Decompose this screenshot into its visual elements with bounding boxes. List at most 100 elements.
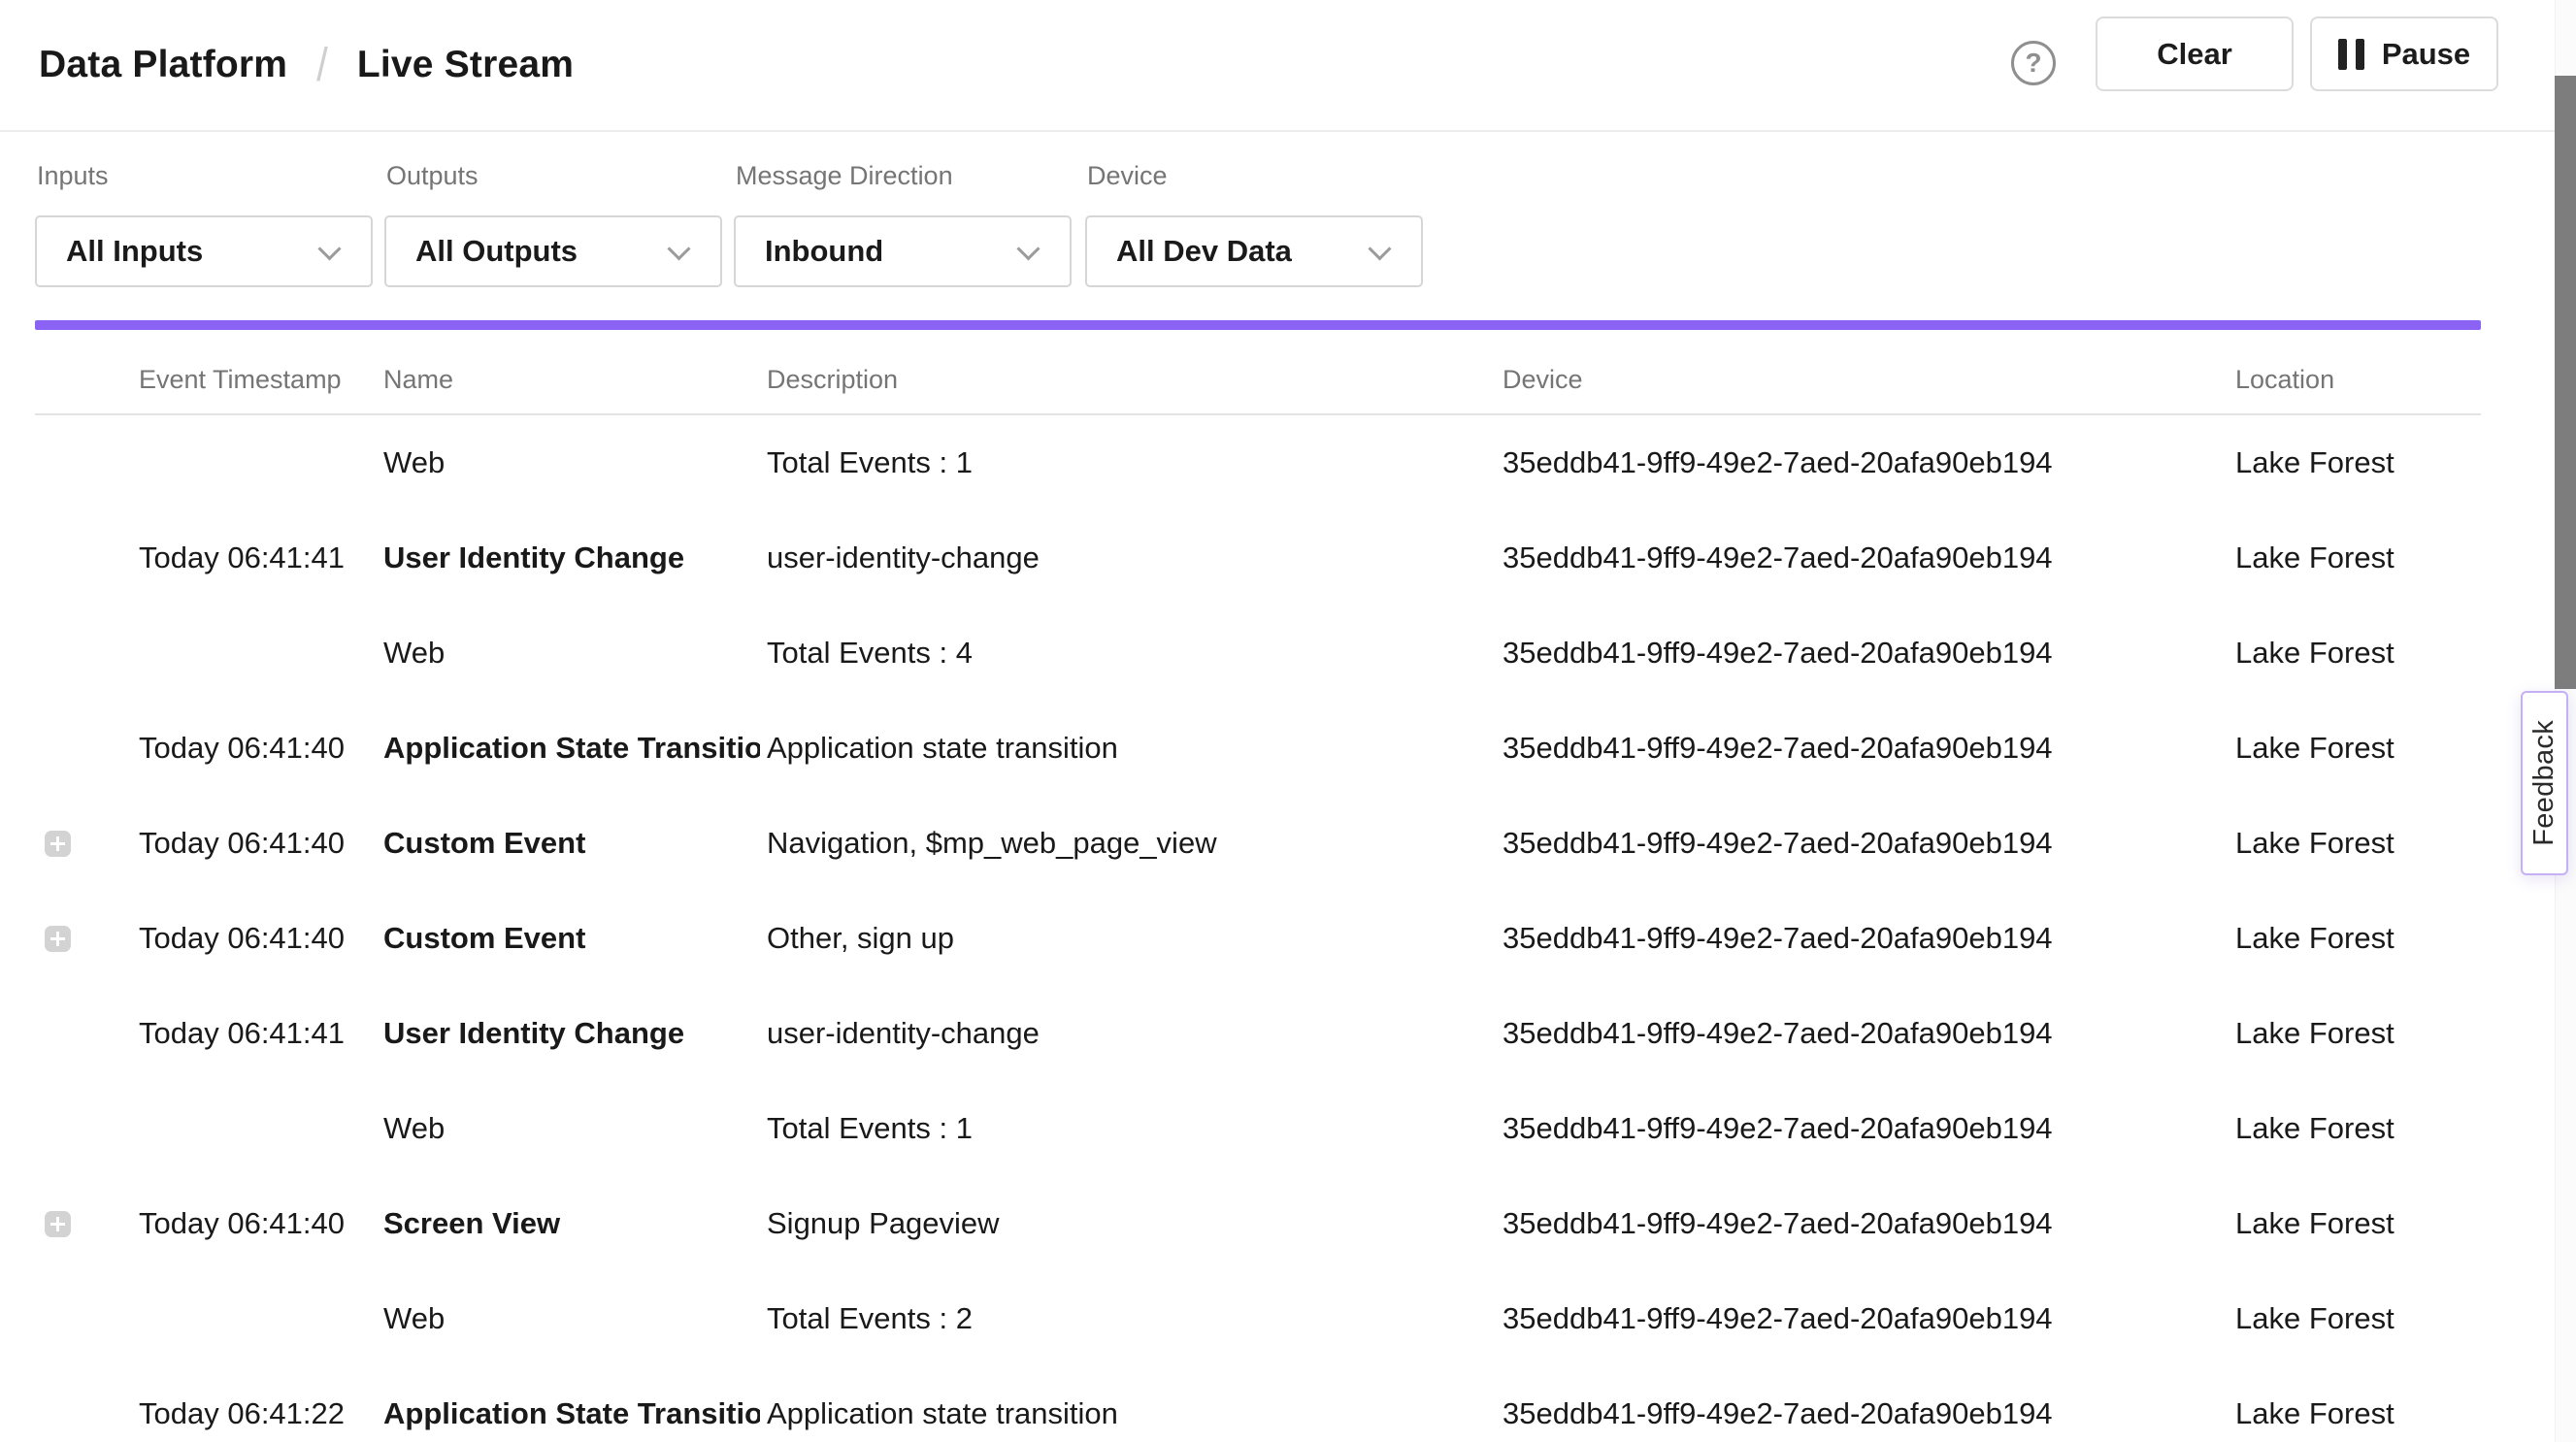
event-name-cell: User Identity Change bbox=[383, 510, 760, 606]
column-header-name: Name bbox=[383, 365, 453, 395]
table-row[interactable]: Web Total Events : 1 35eddb41-9ff9-49e2-… bbox=[0, 415, 2576, 510]
location-cell: Lake Forest bbox=[2235, 986, 2483, 1081]
event-name-cell: Custom Event bbox=[383, 891, 760, 986]
event-timestamp-cell: Today 06:41:40 bbox=[139, 701, 377, 796]
event-name-cell: Web bbox=[383, 1081, 760, 1176]
page-title: Live Stream bbox=[357, 44, 574, 86]
event-name-cell: Application State Transition bbox=[383, 701, 760, 796]
description-cell: Application state transition bbox=[767, 701, 1495, 796]
filter-device-label: Device bbox=[1087, 161, 1168, 191]
outputs-dropdown[interactable]: All Outputs bbox=[384, 215, 722, 287]
chevron-down-icon bbox=[1016, 237, 1040, 260]
filter-inputs-label: Inputs bbox=[37, 161, 109, 191]
table-row[interactable]: Today 06:41:40 Application State Transit… bbox=[0, 701, 2576, 796]
table-row[interactable]: Today 06:41:40 Custom Event Navigation, … bbox=[0, 796, 2576, 891]
page-header: Data Platform / Live Stream ? Clear Paus… bbox=[0, 0, 2576, 132]
description-cell: Total Events : 1 bbox=[767, 1081, 1495, 1176]
event-timestamp-cell: Today 06:41:22 bbox=[139, 1366, 377, 1442]
event-timestamp-cell: Today 06:41:40 bbox=[139, 1176, 377, 1271]
device-id-cell: 35eddb41-9ff9-49e2-7aed-20afa90eb194 bbox=[1503, 701, 2229, 796]
location-cell: Lake Forest bbox=[2235, 1081, 2483, 1176]
location-cell: Lake Forest bbox=[2235, 510, 2483, 606]
expand-row-button[interactable] bbox=[45, 1211, 71, 1237]
message-direction-dropdown-value: Inbound bbox=[765, 234, 883, 269]
table-row[interactable]: Web Total Events : 4 35eddb41-9ff9-49e2-… bbox=[0, 606, 2576, 701]
table-body: Web Total Events : 1 35eddb41-9ff9-49e2-… bbox=[0, 415, 2576, 1442]
event-name-cell: Custom Event bbox=[383, 796, 760, 891]
chevron-down-icon bbox=[317, 237, 341, 260]
table-row[interactable]: Today 06:41:40 Screen View Signup Pagevi… bbox=[0, 1176, 2576, 1271]
event-name-cell: Web bbox=[383, 606, 760, 701]
device-id-cell: 35eddb41-9ff9-49e2-7aed-20afa90eb194 bbox=[1503, 1176, 2229, 1271]
event-timestamp-cell: Today 06:41:40 bbox=[139, 796, 377, 891]
event-name-cell: User Identity Change bbox=[383, 986, 760, 1081]
table-row[interactable]: Today 06:41:41 User Identity Change user… bbox=[0, 986, 2576, 1081]
expand-row-button[interactable] bbox=[45, 926, 71, 952]
device-id-cell: 35eddb41-9ff9-49e2-7aed-20afa90eb194 bbox=[1503, 891, 2229, 986]
pause-button-label: Pause bbox=[2382, 37, 2470, 72]
event-name-cell: Application State Transition bbox=[383, 1366, 760, 1442]
device-id-cell: 35eddb41-9ff9-49e2-7aed-20afa90eb194 bbox=[1503, 1271, 2229, 1366]
question-mark-icon: ? bbox=[2025, 49, 2041, 77]
description-cell: Other, sign up bbox=[767, 891, 1495, 986]
live-stream-accent-bar bbox=[35, 320, 2481, 330]
message-direction-dropdown[interactable]: Inbound bbox=[734, 215, 1072, 287]
device-id-cell: 35eddb41-9ff9-49e2-7aed-20afa90eb194 bbox=[1503, 986, 2229, 1081]
device-id-cell: 35eddb41-9ff9-49e2-7aed-20afa90eb194 bbox=[1503, 796, 2229, 891]
description-cell: Signup Pageview bbox=[767, 1176, 1495, 1271]
event-timestamp-cell bbox=[139, 1271, 377, 1366]
description-cell: Application state transition bbox=[767, 1366, 1495, 1442]
event-timestamp-cell bbox=[139, 1081, 377, 1176]
clear-button[interactable]: Clear bbox=[2096, 16, 2294, 91]
description-cell: Navigation, $mp_web_page_view bbox=[767, 796, 1495, 891]
scrollbar-thumb[interactable] bbox=[2555, 76, 2576, 689]
filter-message-direction-label: Message Direction bbox=[736, 161, 953, 191]
device-id-cell: 35eddb41-9ff9-49e2-7aed-20afa90eb194 bbox=[1503, 1366, 2229, 1442]
location-cell: Lake Forest bbox=[2235, 606, 2483, 701]
inputs-dropdown[interactable]: All Inputs bbox=[35, 215, 373, 287]
device-dropdown[interactable]: All Dev Data bbox=[1085, 215, 1423, 287]
breadcrumb-separator: / bbox=[316, 38, 328, 91]
table-row[interactable]: Today 06:41:22 Application State Transit… bbox=[0, 1366, 2576, 1442]
location-cell: Lake Forest bbox=[2235, 701, 2483, 796]
description-cell: Total Events : 1 bbox=[767, 415, 1495, 510]
inputs-dropdown-value: All Inputs bbox=[66, 234, 203, 269]
chevron-down-icon bbox=[1368, 237, 1391, 260]
clear-button-label: Clear bbox=[2157, 37, 2232, 72]
column-header-device: Device bbox=[1503, 365, 1583, 395]
event-timestamp-cell: Today 06:41:40 bbox=[139, 891, 377, 986]
event-timestamp-cell bbox=[139, 606, 377, 701]
breadcrumb-data-platform[interactable]: Data Platform bbox=[39, 44, 287, 86]
event-timestamp-cell: Today 06:41:41 bbox=[139, 986, 377, 1081]
device-id-cell: 35eddb41-9ff9-49e2-7aed-20afa90eb194 bbox=[1503, 510, 2229, 606]
description-cell: user-identity-change bbox=[767, 986, 1495, 1081]
filter-outputs-label: Outputs bbox=[386, 161, 479, 191]
help-button[interactable]: ? bbox=[2011, 41, 2056, 85]
device-id-cell: 35eddb41-9ff9-49e2-7aed-20afa90eb194 bbox=[1503, 606, 2229, 701]
pause-button[interactable]: Pause bbox=[2310, 16, 2498, 91]
description-cell: Total Events : 2 bbox=[767, 1271, 1495, 1366]
event-timestamp-cell: Today 06:41:41 bbox=[139, 510, 377, 606]
feedback-tab[interactable]: Feedback bbox=[2521, 691, 2568, 875]
event-timestamp-cell bbox=[139, 415, 377, 510]
column-header-location: Location bbox=[2235, 365, 2334, 395]
description-cell: user-identity-change bbox=[767, 510, 1495, 606]
location-cell: Lake Forest bbox=[2235, 891, 2483, 986]
description-cell: Total Events : 4 bbox=[767, 606, 1495, 701]
table-row[interactable]: Web Total Events : 2 35eddb41-9ff9-49e2-… bbox=[0, 1271, 2576, 1366]
breadcrumb: Data Platform / Live Stream bbox=[39, 0, 574, 130]
table-row[interactable]: Today 06:41:41 User Identity Change user… bbox=[0, 510, 2576, 606]
expand-row-button[interactable] bbox=[45, 831, 71, 857]
filter-bar: Inputs All Inputs Outputs All Outputs Me… bbox=[0, 132, 2576, 320]
event-name-cell: Screen View bbox=[383, 1176, 760, 1271]
table-header: Event Timestamp Name Description Device … bbox=[0, 330, 2576, 415]
table-row[interactable]: Web Total Events : 1 35eddb41-9ff9-49e2-… bbox=[0, 1081, 2576, 1176]
location-cell: Lake Forest bbox=[2235, 1271, 2483, 1366]
device-id-cell: 35eddb41-9ff9-49e2-7aed-20afa90eb194 bbox=[1503, 1081, 2229, 1176]
pause-icon bbox=[2338, 39, 2364, 70]
location-cell: Lake Forest bbox=[2235, 1366, 2483, 1442]
table-row[interactable]: Today 06:41:40 Custom Event Other, sign … bbox=[0, 891, 2576, 986]
location-cell: Lake Forest bbox=[2235, 1176, 2483, 1271]
feedback-tab-label: Feedback bbox=[2528, 720, 2560, 846]
column-header-event-timestamp: Event Timestamp bbox=[139, 365, 342, 395]
